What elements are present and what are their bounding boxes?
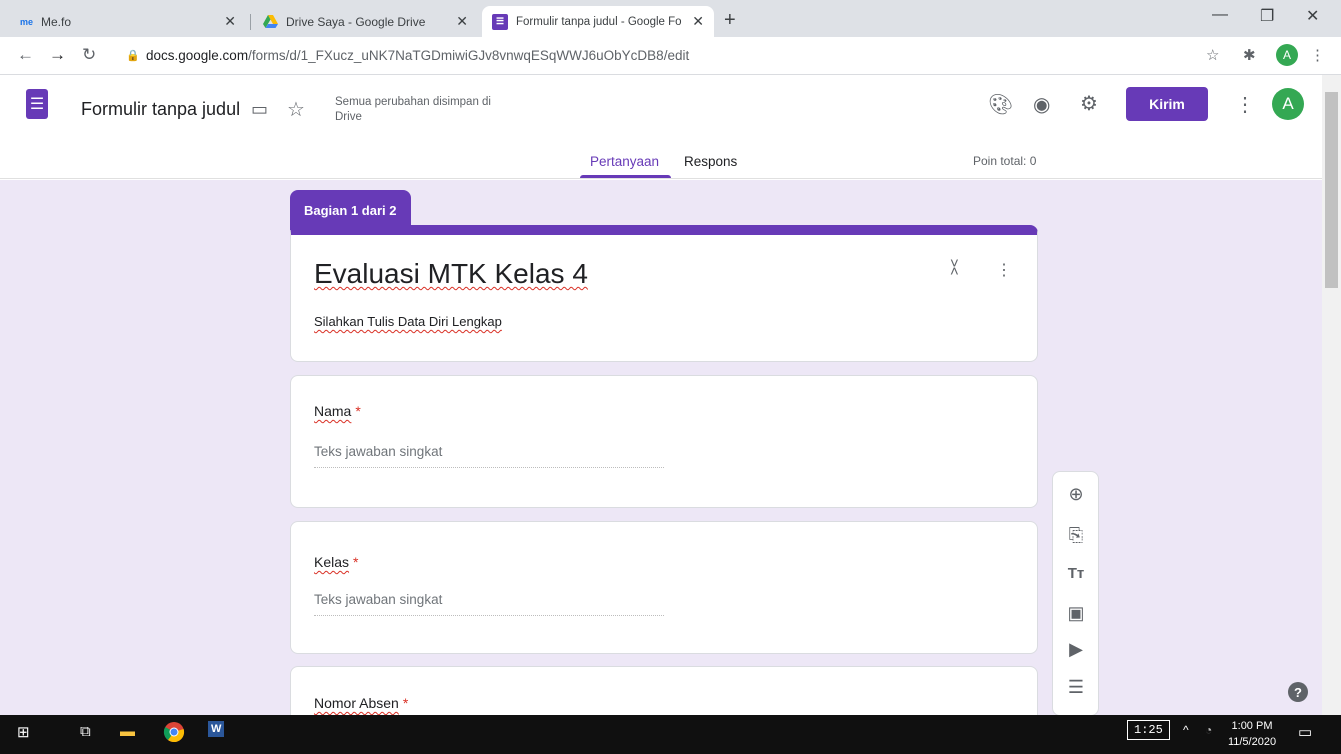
close-window-icon[interactable]: ✕ <box>1306 6 1319 26</box>
back-icon[interactable]: ← <box>17 45 34 65</box>
required-asterisk: * <box>353 554 359 570</box>
notifications-icon[interactable]: ▭ <box>1298 723 1312 741</box>
browser-menu-icon[interactable]: ⋮ <box>1310 46 1325 64</box>
clock-time: 1:00 PM <box>1231 720 1273 732</box>
more-options-icon[interactable]: ⋮ <box>1235 92 1255 117</box>
task-view-icon[interactable]: ⧉ <box>80 723 91 740</box>
form-editor-canvas: Bagian 1 dari 2 Evaluasi MTK Kelas 4 Sil… <box>0 180 1322 715</box>
browser-tab-mefo[interactable]: me Me.fo ✕ <box>10 6 246 37</box>
folder-icon[interactable]: ▭ <box>251 99 268 120</box>
forward-icon[interactable]: → <box>49 45 66 65</box>
new-tab-icon[interactable]: + <box>724 9 736 32</box>
scrollbar-thumb[interactable] <box>1325 92 1338 288</box>
form-description[interactable]: Silahkan Tulis Data Diri Lengkap <box>314 314 502 329</box>
reload-icon[interactable]: ↻ <box>82 45 96 65</box>
section-more-icon[interactable]: ⋮ <box>996 260 1012 280</box>
tab-title: Me.fo <box>41 14 72 29</box>
bookmark-star-icon[interactable]: ☆ <box>1206 46 1219 64</box>
required-asterisk: * <box>355 403 361 419</box>
add-video-icon[interactable]: ▶ <box>1065 639 1087 660</box>
form-document-title[interactable]: Formulir tanpa judul <box>81 99 240 120</box>
settings-gear-icon[interactable]: ⚙ <box>1080 91 1098 116</box>
question-card[interactable]: Nomor Absen * <box>290 666 1038 715</box>
add-title-icon[interactable]: Tт <box>1065 565 1087 582</box>
add-image-icon[interactable]: ▣ <box>1065 603 1087 624</box>
star-icon[interactable]: ☆ <box>287 97 305 122</box>
tab-title: Drive Saya - Google Drive <box>286 14 426 29</box>
active-tab-indicator <box>580 175 671 178</box>
form-title[interactable]: Evaluasi MTK Kelas 4 <box>314 258 588 290</box>
question-card[interactable]: Nama * Teks jawaban singkat <box>290 375 1038 508</box>
floating-toolbar: ⊕ ⎘ Tт ▣ ▶ ☰ <box>1052 471 1099 715</box>
url-path: /forms/d/1_FXucz_uNK7NaTGDmiwiGJv8vnwqES… <box>248 48 690 63</box>
mefo-favicon-icon: me <box>20 16 34 27</box>
tab-questions[interactable]: Pertanyaan <box>590 154 659 169</box>
restore-icon[interactable]: ❐ <box>1260 6 1274 26</box>
browser-tab-drive[interactable]: Drive Saya - Google Drive ✕ <box>252 6 478 37</box>
address-bar[interactable]: 🔒 docs.google.com/forms/d/1_FXucz_uNK7Na… <box>114 42 1194 70</box>
close-tab-icon[interactable]: ✕ <box>456 13 468 30</box>
lock-icon: 🔒 <box>126 50 140 62</box>
question-label: Nomor Absen * <box>314 695 409 711</box>
windows-start-icon[interactable]: ⊞ <box>17 723 30 741</box>
browser-profile-avatar[interactable]: A <box>1276 44 1298 66</box>
help-icon[interactable]: ? <box>1288 682 1308 702</box>
chrome-icon[interactable] <box>163 721 185 747</box>
form-title-card[interactable]: Evaluasi MTK Kelas 4 Silahkan Tulis Data… <box>290 225 1038 362</box>
short-answer-placeholder: Teks jawaban singkat <box>314 592 664 616</box>
tab-responses[interactable]: Respons <box>684 154 737 169</box>
minimize-icon[interactable]: — <box>1212 6 1228 24</box>
url-domain: docs.google.com <box>146 48 249 63</box>
save-status: Semua perubahan disimpan di Drive <box>335 96 491 123</box>
forms-icon: ☰ <box>492 13 508 30</box>
taskbar-clock[interactable]: 1:00 PM 11/5/2020 <box>1227 718 1277 750</box>
chevron-up-icon[interactable]: ^ <box>1183 723 1189 737</box>
palette-icon[interactable]: 🎨︎ <box>988 92 1013 117</box>
section-label: Bagian 1 dari 2 <box>290 190 411 230</box>
close-tab-icon[interactable]: ✕ <box>692 13 704 30</box>
import-questions-icon[interactable]: ⎘ <box>1065 525 1087 546</box>
tab-separator <box>250 14 251 30</box>
required-asterisk: * <box>402 695 409 711</box>
browser-toolbar: ← → ↻ 🔒 docs.google.com/forms/d/1_FXucz_… <box>0 37 1341 75</box>
collapse-section-icon[interactable]: ˅ ˄ <box>950 256 959 279</box>
question-label: Kelas * <box>314 554 359 570</box>
battery-indicator[interactable]: 1:25 <box>1127 720 1170 740</box>
forms-logo-icon[interactable]: ☰ <box>26 89 48 119</box>
add-section-icon[interactable]: ☰ <box>1065 677 1087 698</box>
tab-title: Formulir tanpa judul - Google Fo <box>516 15 682 28</box>
account-avatar[interactable]: A <box>1272 88 1304 120</box>
send-button[interactable]: Kirim <box>1126 87 1208 121</box>
question-label: Nama * <box>314 403 361 419</box>
drive-icon <box>262 14 278 30</box>
add-question-icon[interactable]: ⊕ <box>1065 484 1087 505</box>
browser-tab-strip: me Me.fo ✕ Drive Saya - Google Drive ✕ ☰… <box>0 0 1341 37</box>
file-explorer-icon[interactable]: ▬ <box>120 723 135 740</box>
short-answer-placeholder: Teks jawaban singkat <box>314 444 664 468</box>
word-icon[interactable]: W <box>208 721 225 737</box>
close-tab-icon[interactable]: ✕ <box>224 13 236 30</box>
wifi-icon[interactable]: ◔ <box>1205 723 1212 737</box>
question-card[interactable]: Kelas * Teks jawaban singkat <box>290 521 1038 654</box>
forms-header: ☰ Formulir tanpa judul ▭ ☆ Semua perubah… <box>0 75 1322 179</box>
total-points: Poin total: 0 <box>973 154 1037 168</box>
extensions-icon[interactable]: ✱ <box>1243 46 1256 64</box>
browser-tab-forms[interactable]: ☰ Formulir tanpa judul - Google Fo ✕ <box>482 6 714 37</box>
preview-eye-icon[interactable]: ◉ <box>1033 92 1050 117</box>
windows-taskbar: ⊞ ⧉ ▬ W 1:25 ^ ◔ 1:00 PM 11/5/2020 ▭ <box>0 715 1341 754</box>
clock-date: 11/5/2020 <box>1227 736 1277 748</box>
